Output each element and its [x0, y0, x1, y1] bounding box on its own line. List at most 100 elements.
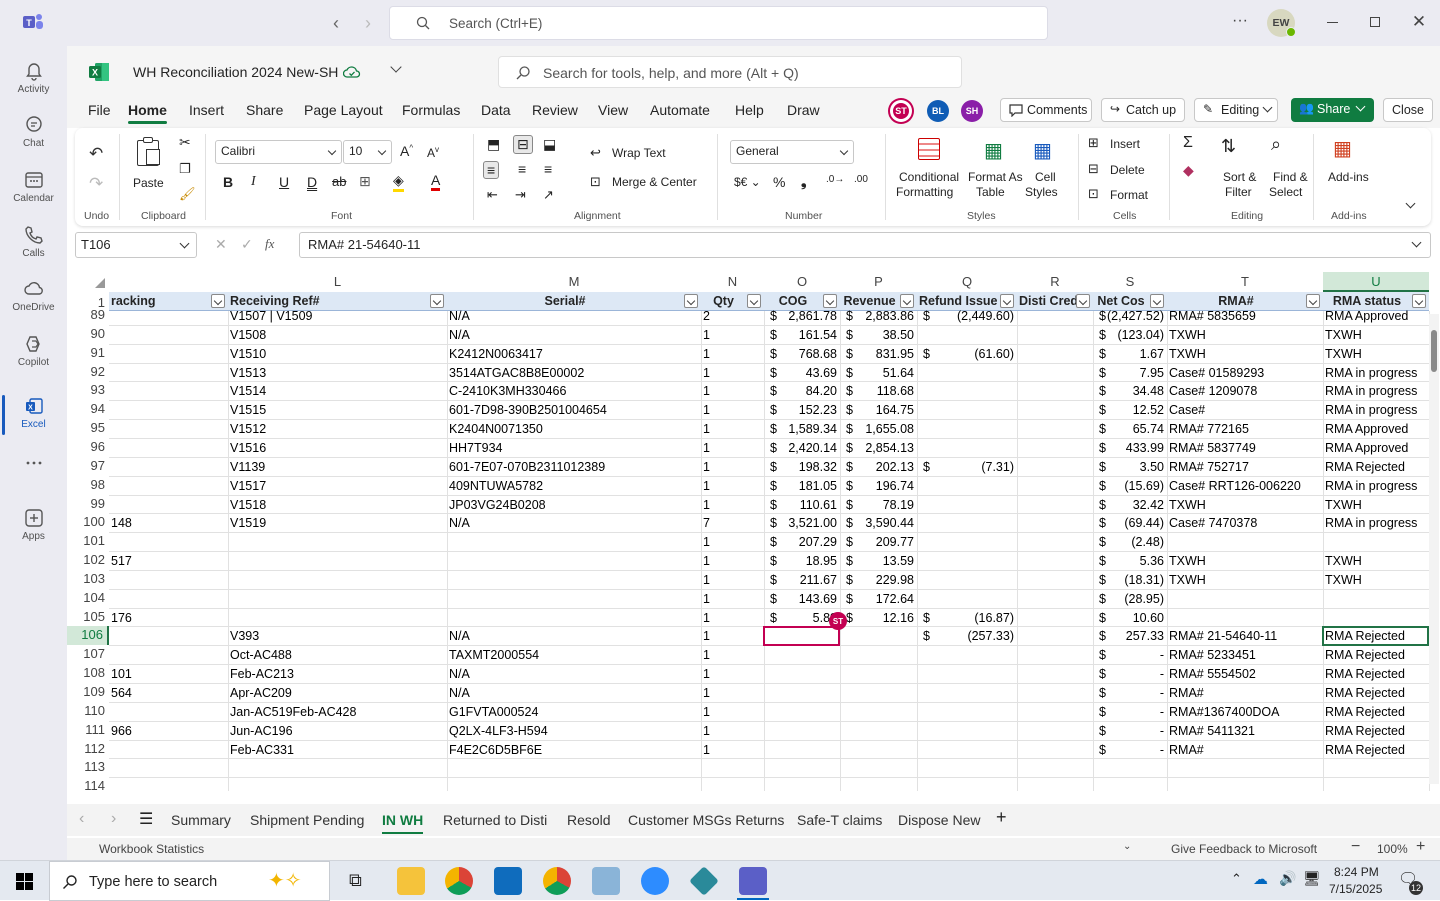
- table-cell[interactable]: RMA Rejected: [1325, 703, 1426, 722]
- table-cell[interactable]: Q2LX-4LF3-H594: [449, 722, 698, 741]
- table-cell[interactable]: RMA Rejected: [1325, 684, 1426, 703]
- table-cell[interactable]: K2412N0063417: [449, 345, 698, 364]
- font-color-icon[interactable]: A: [431, 172, 441, 191]
- align-center-icon[interactable]: ≡: [518, 161, 526, 177]
- clear-icon[interactable]: ◆: [1183, 162, 1194, 179]
- table-cell[interactable]: $229.98: [842, 571, 914, 590]
- chrome-icon[interactable]: [445, 867, 473, 895]
- table-cell[interactable]: 1: [703, 533, 761, 552]
- table-cell[interactable]: $12.52: [1095, 401, 1164, 420]
- task-view-icon[interactable]: ⧉: [349, 870, 362, 891]
- table-cell[interactable]: $152.23: [766, 401, 837, 420]
- tab-review[interactable]: Review: [532, 102, 578, 118]
- teams-search-box[interactable]: Search (Ctrl+E): [389, 6, 1048, 40]
- file-explorer-icon[interactable]: [397, 867, 425, 895]
- zoom-out-icon[interactable]: −: [1351, 838, 1360, 856]
- row-header[interactable]: 92: [67, 363, 109, 382]
- table-cell[interactable]: $ (15.69): [1095, 477, 1164, 496]
- row-header[interactable]: 100: [67, 513, 109, 532]
- close-window-icon[interactable]: ✕: [1410, 12, 1428, 32]
- table-cell[interactable]: $ (2,427.52): [1095, 307, 1164, 326]
- increase-decimal-icon[interactable]: .0→: [826, 174, 844, 185]
- row-header[interactable]: 103: [67, 570, 109, 589]
- table-cell[interactable]: 1: [703, 571, 761, 590]
- back-arrow-icon[interactable]: ‹: [326, 13, 346, 33]
- filter-dropdown-icon[interactable]: [430, 294, 444, 308]
- percent-icon[interactable]: %: [773, 174, 785, 190]
- table-cell[interactable]: 517: [111, 552, 225, 571]
- table-cell[interactable]: $181.05: [766, 477, 837, 496]
- table-cell[interactable]: N/A: [449, 307, 698, 326]
- autosum-icon[interactable]: Σ: [1183, 134, 1193, 152]
- tray-chevron-icon[interactable]: ⌃: [1231, 871, 1242, 887]
- table-cell[interactable]: $7.95: [1095, 364, 1164, 383]
- align-left-icon[interactable]: ≡: [483, 161, 500, 179]
- filter-dropdown-icon[interactable]: [823, 294, 837, 308]
- row-header[interactable]: 102: [67, 551, 109, 570]
- increase-font-icon[interactable]: A^: [400, 143, 413, 159]
- rail-item-chat[interactable]: Chat: [0, 108, 67, 164]
- cell-styles-label-2[interactable]: Styles: [1025, 185, 1058, 199]
- table-cell[interactable]: $2,883.86: [842, 307, 914, 326]
- table-cell[interactable]: RMA Rejected: [1325, 458, 1426, 477]
- spreadsheet-grid[interactable]: L M N O P Q R S T U 1 racking Receiving Ref# Serial# Q…: [67, 268, 1440, 794]
- table-cell[interactable]: Feb-AC331: [230, 741, 444, 760]
- increase-indent-icon[interactable]: ⇥: [515, 187, 526, 203]
- tab-view[interactable]: View: [598, 102, 628, 118]
- table-cell[interactable]: Case# 7470378: [1169, 514, 1320, 533]
- table-cell[interactable]: 7: [703, 514, 761, 533]
- table-cell[interactable]: $1.67: [1095, 345, 1164, 364]
- accounting-format-icon[interactable]: $€ ⌄: [734, 175, 761, 189]
- table-cell[interactable]: 1: [703, 326, 761, 345]
- tools-search-box[interactable]: Search for tools, help, and more (Alt + …: [498, 56, 962, 88]
- collaborator-avatar[interactable]: ST: [890, 100, 912, 122]
- expand-formula-icon[interactable]: [1411, 237, 1422, 248]
- tab-help[interactable]: Help: [735, 102, 764, 118]
- table-cell[interactable]: RMA Approved: [1325, 307, 1426, 326]
- table-cell[interactable]: 1: [703, 496, 761, 515]
- table-cell[interactable]: $768.68: [766, 345, 837, 364]
- table-cell[interactable]: RMA Rejected: [1325, 722, 1426, 741]
- table-cell[interactable]: 1: [703, 609, 761, 628]
- table-cell[interactable]: C-2410K3MH330466: [449, 382, 698, 401]
- row-header[interactable]: 90: [67, 325, 109, 344]
- formula-input[interactable]: RMA# 21-54640-11: [299, 232, 1431, 258]
- table-cell[interactable]: RMA# 21-54640-11: [1169, 627, 1320, 646]
- table-cell[interactable]: 2: [703, 307, 761, 326]
- table-cell[interactable]: $ (123.04): [1095, 326, 1164, 345]
- sheet-tab-customer-msgs-returns[interactable]: Customer MSGs Returns: [628, 812, 784, 828]
- collaborator-avatar[interactable]: SH: [961, 100, 983, 122]
- volume-icon[interactable]: 🔊: [1279, 870, 1296, 887]
- table-cell[interactable]: $3,590.44: [842, 514, 914, 533]
- table-cell[interactable]: 601-7E07-070B2311012389: [449, 458, 698, 477]
- table-cell[interactable]: 1: [703, 552, 761, 571]
- cell-styles-label[interactable]: Cell: [1035, 170, 1056, 184]
- conditional-formatting-label[interactable]: Conditional: [899, 170, 959, 184]
- table-cell[interactable]: V1139: [230, 458, 444, 477]
- filter-dropdown-icon[interactable]: [1306, 294, 1320, 308]
- rail-item-copilot[interactable]: Copilot: [0, 327, 67, 383]
- table-cell[interactable]: 1: [703, 364, 761, 383]
- table-cell[interactable]: 1: [703, 477, 761, 496]
- row-header[interactable]: 111: [67, 721, 109, 740]
- network-icon[interactable]: 🖥: [1303, 870, 1321, 887]
- table-cell[interactable]: RMA#1367400DOA: [1169, 703, 1320, 722]
- row-header[interactable]: 107: [67, 645, 109, 664]
- row-header[interactable]: 105: [67, 608, 109, 627]
- table-cell[interactable]: N/A: [449, 514, 698, 533]
- table-cell[interactable]: RMA# 5837749: [1169, 439, 1320, 458]
- table-cell[interactable]: $65.74: [1095, 420, 1164, 439]
- format-cells-label[interactable]: Format: [1110, 188, 1148, 202]
- row-header[interactable]: 112: [67, 740, 109, 759]
- name-box[interactable]: T106: [75, 232, 197, 258]
- table-cell[interactable]: $5.36: [1095, 552, 1164, 571]
- table-cell[interactable]: RMA# 752717: [1169, 458, 1320, 477]
- table-cell[interactable]: RMA# 5835659: [1169, 307, 1320, 326]
- format-as-table-label[interactable]: Format As: [968, 170, 1023, 184]
- table-cell[interactable]: Jan-AC519Feb-AC428: [230, 703, 444, 722]
- column-header-m[interactable]: M: [447, 272, 701, 292]
- tab-insert[interactable]: Insert: [189, 102, 224, 118]
- rail-item-apps[interactable]: Apps: [0, 501, 67, 557]
- status-chevron-icon[interactable]: ⌄: [1123, 841, 1131, 852]
- table-cell[interactable]: $209.77: [842, 533, 914, 552]
